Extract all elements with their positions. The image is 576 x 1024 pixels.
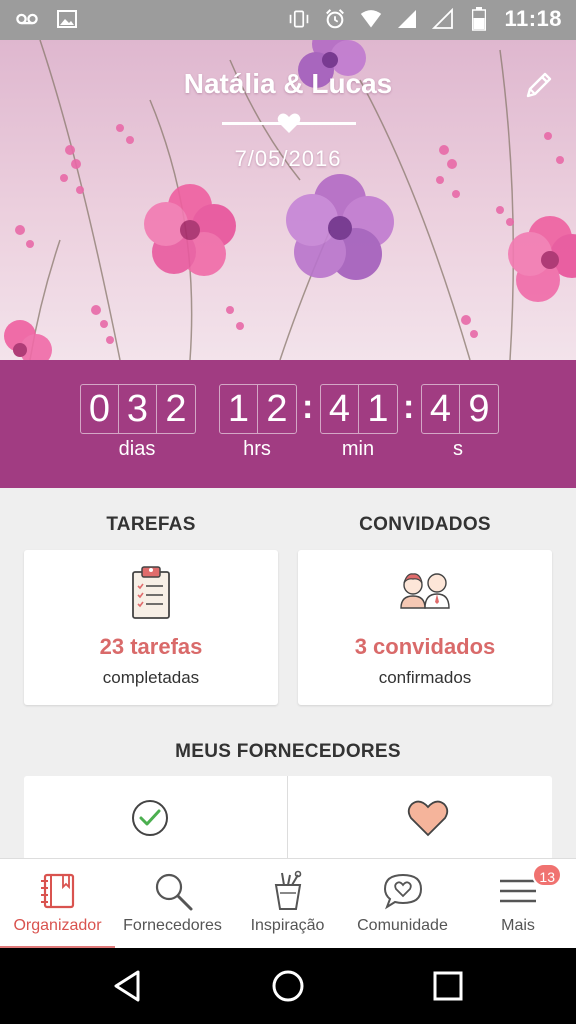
minutes-label: min: [341, 438, 375, 460]
minutes-digits: 4 1: [320, 384, 398, 434]
hours-digit: 1: [220, 385, 258, 433]
guests-card[interactable]: 3 convidados confirmados: [298, 550, 552, 705]
image-icon: [56, 8, 78, 30]
recents-icon[interactable]: [428, 966, 468, 1006]
heart-icon: [407, 800, 449, 837]
home-icon[interactable]: [268, 966, 308, 1006]
nav-label: Organizador: [13, 917, 102, 934]
minutes-digit: 4: [321, 385, 359, 433]
search-icon: [155, 873, 192, 911]
alarm-icon: [324, 8, 346, 30]
suppliers-divider: [287, 776, 288, 860]
clipboard-icon: [132, 566, 170, 619]
days-digit: 2: [165, 387, 187, 430]
notebook-icon: [40, 873, 74, 909]
nav-inspiracao[interactable]: Inspiração: [230, 859, 345, 949]
nav-fornecedores[interactable]: Fornecedores: [115, 859, 230, 949]
days-digit: 0: [81, 385, 119, 433]
time-separator: :: [403, 388, 415, 426]
nav-mais[interactable]: 13 Mais: [460, 859, 576, 949]
wifi-icon: [360, 8, 382, 30]
guests-title: CONVIDADOS: [359, 514, 491, 535]
nav-organizador[interactable]: Organizador: [0, 859, 115, 949]
guests-subtitle: confirmados: [378, 668, 472, 687]
days-digits: 0 3 2: [80, 384, 196, 434]
cup-icon: [274, 870, 301, 910]
seconds-digit: 9: [468, 387, 490, 430]
nav-label: Inspiração: [250, 917, 325, 934]
pencil-icon[interactable]: [522, 68, 556, 102]
time-separator: :: [302, 388, 314, 426]
clock: 11:18: [504, 6, 562, 31]
battery-icon: [468, 7, 490, 31]
days-digit: 3: [119, 385, 157, 433]
seconds-digit: 4: [422, 385, 460, 433]
hours-digits: 1 2: [219, 384, 297, 434]
suppliers-title: MEUS FORNECEDORES: [175, 741, 401, 762]
bottom-navigation: Organizador Fornecedores Inspiração Comu…: [0, 858, 576, 949]
tasks-count: 23 tarefas: [99, 634, 203, 659]
hours-label: hrs: [243, 438, 271, 460]
wedding-date: 7/05/2016: [234, 146, 342, 171]
tasks-card[interactable]: 23 tarefas completadas: [24, 550, 278, 705]
nav-comunidade[interactable]: Comunidade: [345, 859, 460, 949]
signal-icon: [396, 8, 418, 30]
nav-label: Fornecedores: [123, 917, 222, 934]
tasks-subtitle: completadas: [102, 668, 200, 687]
guests-count: 3 convidados: [354, 634, 496, 659]
hours-digit: 2: [266, 387, 288, 430]
nav-label: Mais: [501, 917, 535, 934]
notification-badge: 13: [532, 863, 562, 887]
status-bar: 11:18: [0, 0, 576, 40]
voicemail-icon: [16, 8, 38, 30]
countdown: 0 3 2 1 2 : 4 1 : 4 9 dias hrs min s: [0, 360, 576, 488]
nav-label: Comunidade: [357, 917, 448, 934]
chat-heart-icon: [383, 873, 422, 910]
couple-name: Natália & Lucas: [183, 68, 393, 99]
minutes-digit: 1: [367, 387, 389, 430]
system-navigation-bar: [0, 948, 576, 1024]
seconds-digits: 4 9: [421, 384, 499, 434]
back-icon[interactable]: [108, 966, 148, 1006]
header-banner: Natália & Lucas 7/05/2016: [0, 40, 576, 360]
tasks-title: TAREFAS: [106, 514, 196, 535]
suppliers-card[interactable]: [24, 776, 552, 860]
check-circle-icon: [132, 800, 168, 836]
vibrate-icon: [288, 8, 310, 30]
guests-icon: [400, 573, 450, 609]
days-label: dias: [118, 438, 156, 460]
signal-empty-icon: [432, 8, 454, 30]
heart-divider-icon: [277, 113, 301, 133]
seconds-label: s: [453, 438, 463, 460]
